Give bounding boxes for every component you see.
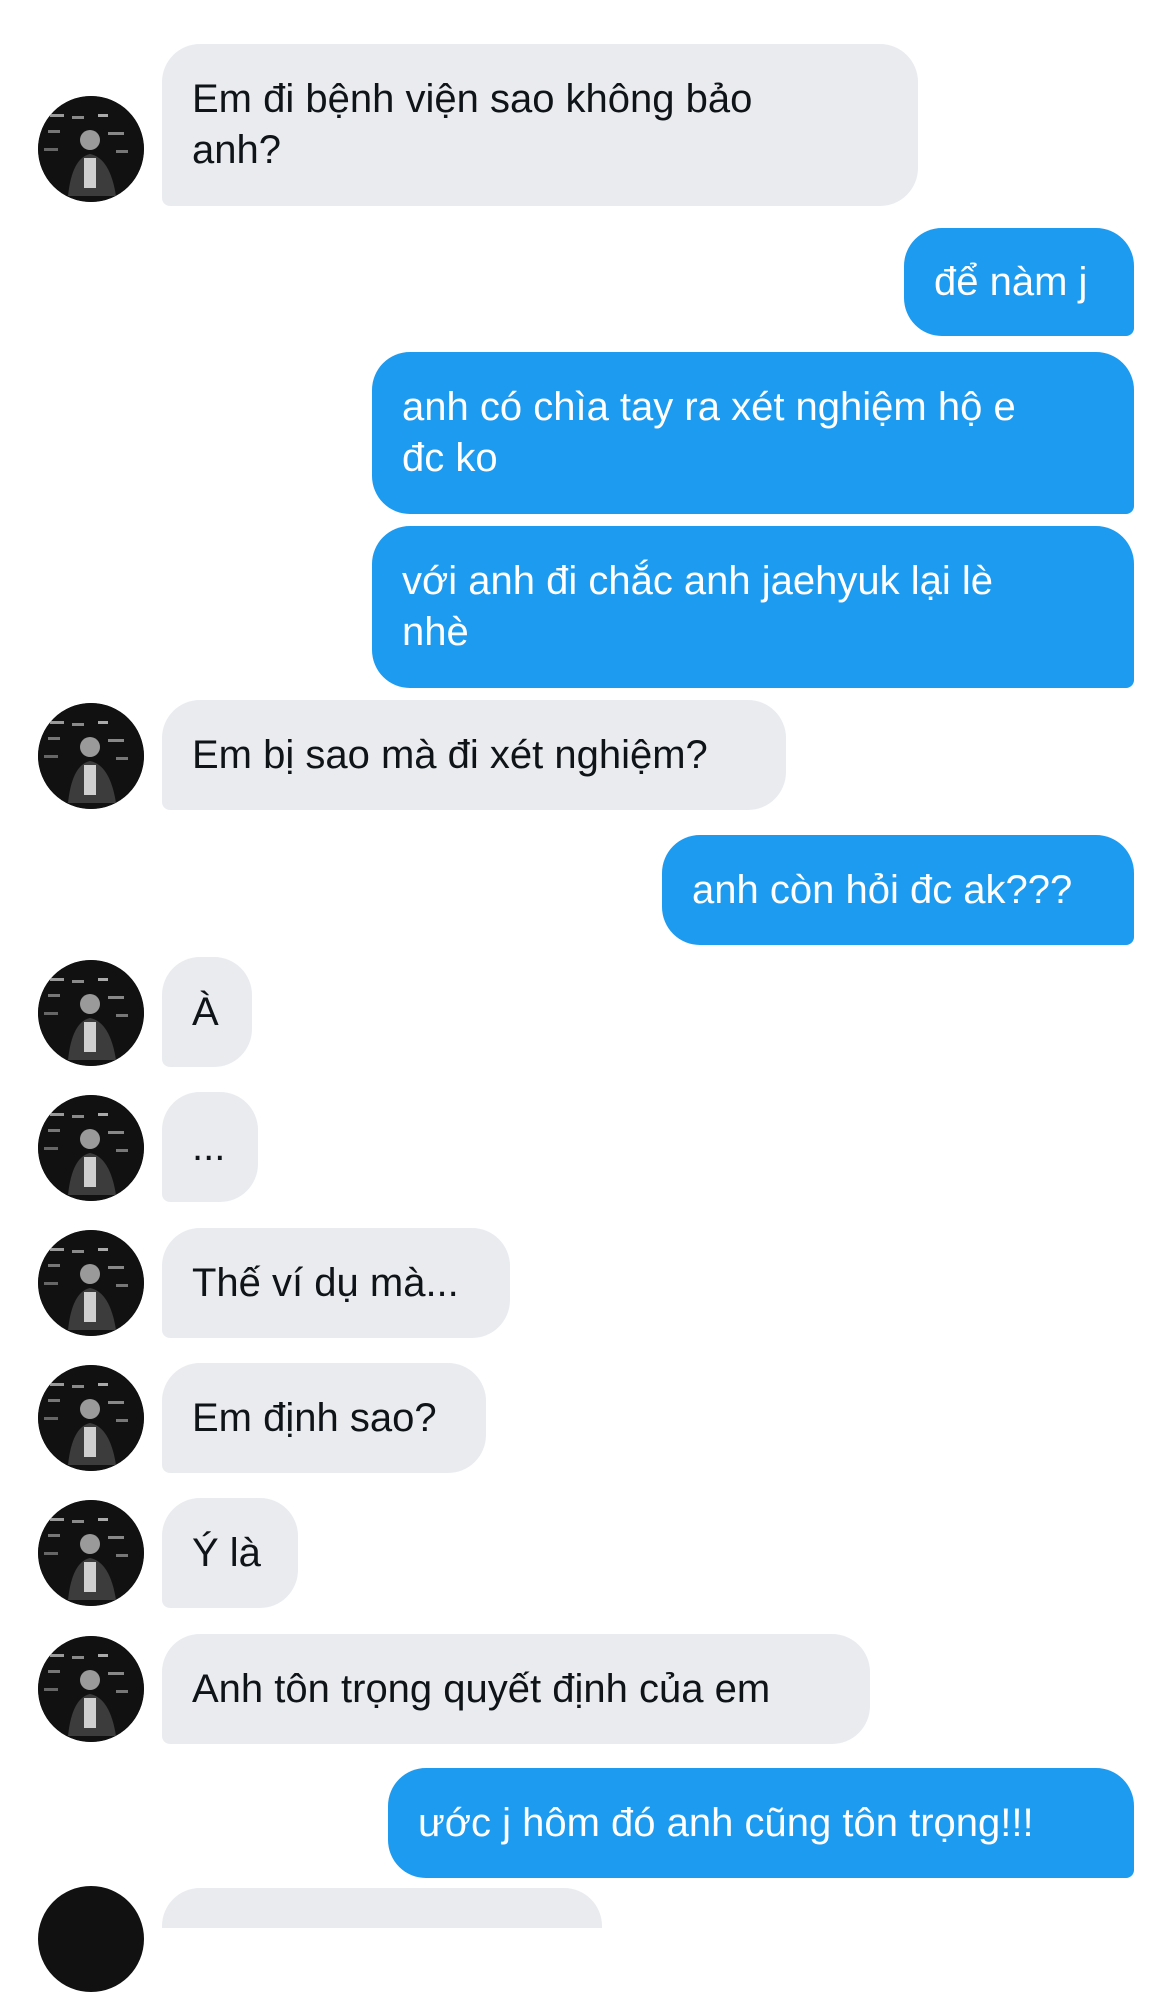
- avatar-photo-icon: [38, 960, 144, 1066]
- avatar-photo-icon: [38, 1095, 144, 1201]
- incoming-message[interactable]: Em định sao?: [162, 1363, 486, 1473]
- message-thread[interactable]: Em đi bệnh viện sao không bảo anh? để nà…: [0, 0, 1170, 1992]
- incoming-message[interactable]: Em bị sao mà đi xét nghiệm?: [162, 700, 786, 810]
- incoming-message[interactable]: Thế ví dụ mà...: [162, 1228, 510, 1338]
- avatar-photo-icon: [38, 96, 144, 202]
- outgoing-message[interactable]: để nàm j: [904, 228, 1134, 336]
- outgoing-message[interactable]: ước j hôm đó anh cũng tôn trọng!!!: [388, 1768, 1134, 1878]
- outgoing-message[interactable]: anh có chìa tay ra xét nghiệm hộ e đc ko: [372, 352, 1134, 514]
- contact-avatar[interactable]: [38, 703, 144, 809]
- incoming-message-partial[interactable]: [162, 1888, 602, 1928]
- outgoing-message[interactable]: anh còn hỏi đc ak???: [662, 835, 1134, 945]
- incoming-message[interactable]: Anh tôn trọng quyết định của em: [162, 1634, 870, 1744]
- avatar-photo-icon: [38, 1365, 144, 1471]
- contact-avatar[interactable]: [38, 1500, 144, 1606]
- avatar-photo-icon: [38, 1230, 144, 1336]
- contact-avatar[interactable]: [38, 960, 144, 1066]
- avatar-photo-icon: [38, 1500, 144, 1606]
- contact-avatar[interactable]: [38, 1365, 144, 1471]
- avatar-photo-icon: [38, 703, 144, 809]
- contact-avatar[interactable]: [38, 1886, 144, 1992]
- incoming-message[interactable]: ...: [162, 1092, 258, 1202]
- contact-avatar[interactable]: [38, 1230, 144, 1336]
- outgoing-message[interactable]: với anh đi chắc anh jaehyuk lại lè nhè: [372, 526, 1134, 688]
- contact-avatar[interactable]: [38, 96, 144, 202]
- contact-avatar[interactable]: [38, 1095, 144, 1201]
- contact-avatar[interactable]: [38, 1636, 144, 1742]
- incoming-message[interactable]: Ý là: [162, 1498, 298, 1608]
- avatar-photo-icon: [38, 1636, 144, 1742]
- incoming-message[interactable]: Em đi bệnh viện sao không bảo anh?: [162, 44, 918, 206]
- incoming-message[interactable]: À: [162, 957, 252, 1067]
